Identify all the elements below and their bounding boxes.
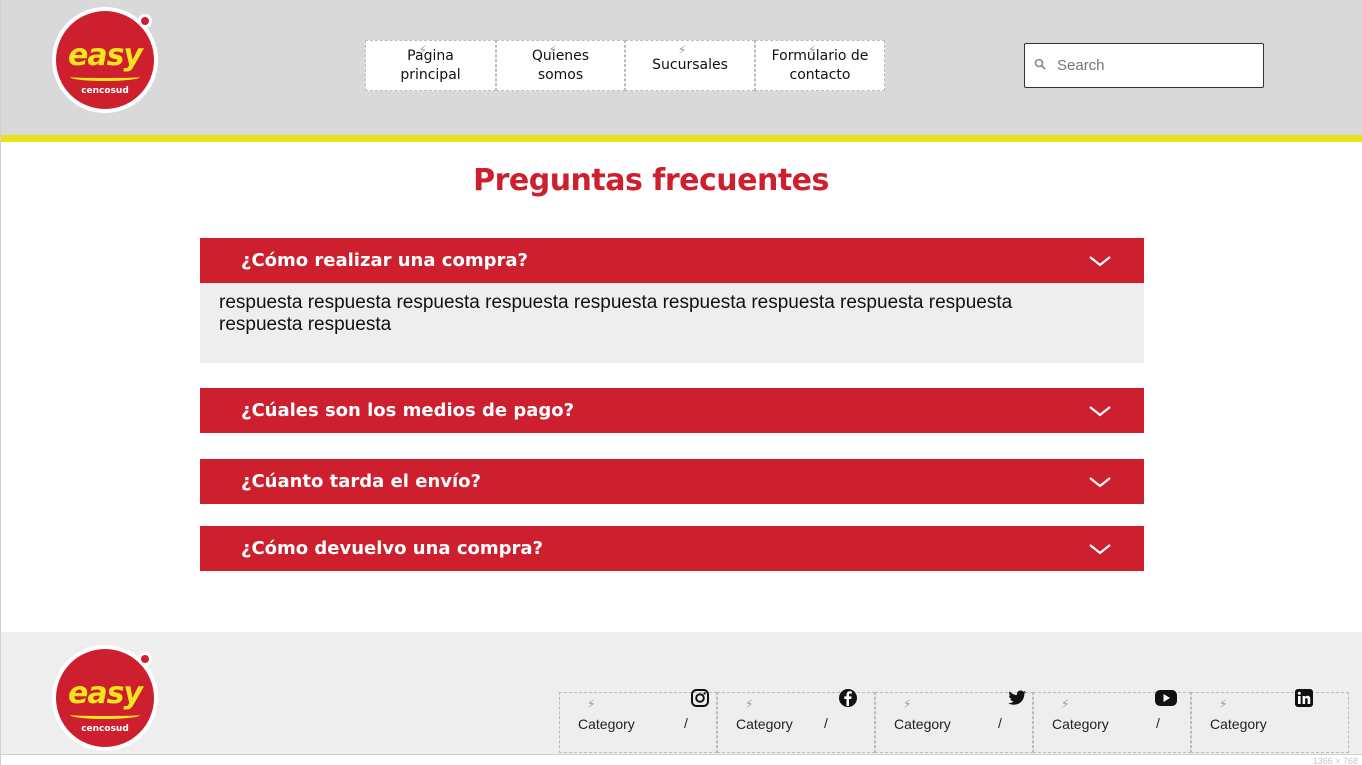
twitter-icon[interactable] xyxy=(1007,688,1027,708)
header: easy cencosud ⚡︎ Pagina principal ⚡︎ Qui… xyxy=(1,0,1362,135)
logo-dot xyxy=(138,14,152,28)
logo-sub-text: cencosud xyxy=(81,86,129,96)
bolt-icon: ⚡︎ xyxy=(548,43,557,57)
logo-dot xyxy=(138,652,152,666)
search-box[interactable] xyxy=(1024,43,1264,88)
footer-bottom-line xyxy=(1,754,1362,755)
chevron-down-icon[interactable] xyxy=(1088,254,1112,268)
faq-question-header[interactable]: ¿Cómo devuelvo una compra? xyxy=(200,526,1144,571)
search-input[interactable] xyxy=(1057,50,1247,81)
footer-category-label: Category xyxy=(578,716,635,732)
faq-item: ¿Cúanto tarda el envío? xyxy=(200,459,1144,504)
page: easy cencosud ⚡︎ Pagina principal ⚡︎ Qui… xyxy=(0,0,1362,765)
bolt-icon: ⚡︎ xyxy=(903,697,912,711)
logo-brand-text: easy xyxy=(67,676,143,711)
header-accent-bar xyxy=(1,135,1362,142)
footer-category-label: Category xyxy=(894,716,951,732)
nav-item-formulario-contacto[interactable]: ⚡︎ Formulario de contacto xyxy=(755,40,885,91)
bolt-icon: ⚡︎ xyxy=(745,697,754,711)
bolt-icon: ⚡︎ xyxy=(1219,697,1228,711)
footer-category-label: Category xyxy=(1052,716,1109,732)
logo-swoosh xyxy=(70,711,140,719)
faq-question: ¿Cómo devuelvo una compra? xyxy=(241,538,543,559)
faq-question: ¿Cúanto tarda el envío? xyxy=(241,471,481,492)
linkedin-icon[interactable] xyxy=(1294,688,1314,708)
logo-swoosh xyxy=(70,73,140,81)
nav-item-label: Formulario de contacto xyxy=(771,47,869,83)
separator: / xyxy=(1156,715,1160,731)
page-title: Preguntas frecuentes xyxy=(473,163,829,198)
bolt-icon: ⚡︎ xyxy=(678,43,687,57)
bolt-icon: ⚡︎ xyxy=(808,43,817,57)
bolt-icon: ⚡︎ xyxy=(587,697,596,711)
footer-category-label: Category xyxy=(1210,716,1267,732)
footer-logo[interactable]: easy cencosud xyxy=(52,645,158,751)
main-nav: ⚡︎ Pagina principal ⚡︎ Quienes somos ⚡︎ … xyxy=(365,40,885,91)
bolt-icon: ⚡︎ xyxy=(418,43,427,57)
faq-item: ¿Cómo devuelvo una compra? xyxy=(200,526,1144,571)
search-icon xyxy=(1025,58,1055,73)
faq-item: ¿Cómo realizar una compra? respuesta res… xyxy=(200,238,1144,363)
chevron-down-icon[interactable] xyxy=(1088,404,1112,418)
faq-item: ¿Cúales son los medios de pago? xyxy=(200,388,1144,433)
nav-item-sucursales[interactable]: ⚡︎ Sucursales xyxy=(625,40,755,91)
chevron-down-icon[interactable] xyxy=(1088,475,1112,489)
instagram-icon[interactable] xyxy=(690,688,710,708)
nav-item-label: Pagina principal xyxy=(400,47,461,83)
separator: / xyxy=(684,715,688,731)
footer-category-label: Category xyxy=(736,716,793,732)
nav-item-quienes-somos[interactable]: ⚡︎ Quienes somos xyxy=(496,40,625,91)
faq-question: ¿Cómo realizar una compra? xyxy=(241,250,528,271)
nav-item-label: Quienes somos xyxy=(531,47,590,83)
nav-item-pagina-principal[interactable]: ⚡︎ Pagina principal xyxy=(365,40,496,91)
facebook-icon[interactable] xyxy=(838,688,858,708)
header-logo[interactable]: easy cencosud xyxy=(52,7,158,113)
youtube-icon[interactable] xyxy=(1154,688,1178,708)
faq-question-header[interactable]: ¿Cúales son los medios de pago? xyxy=(200,388,1144,433)
footer-categories: ⚡︎ Category / ⚡︎ Category / ⚡︎ Category … xyxy=(559,692,1349,753)
faq-question-header[interactable]: ¿Cúanto tarda el envío? xyxy=(200,459,1144,504)
logo-sub-text: cencosud xyxy=(81,724,129,734)
resize-indicator: 1366 × 768 xyxy=(1312,756,1358,765)
faq-question: ¿Cúales son los medios de pago? xyxy=(241,400,575,421)
bolt-icon: ⚡︎ xyxy=(1061,697,1070,711)
separator: / xyxy=(998,715,1002,731)
faq-question-header[interactable]: ¿Cómo realizar una compra? xyxy=(200,238,1144,283)
nav-item-label: Sucursales xyxy=(652,57,728,73)
footer-category[interactable]: ⚡︎ Category xyxy=(1191,692,1349,753)
faq-answer: respuesta respuesta respuesta respuesta … xyxy=(200,283,1144,363)
logo-brand-text: easy xyxy=(67,38,143,73)
chevron-down-icon[interactable] xyxy=(1088,542,1112,556)
separator: / xyxy=(824,715,828,731)
